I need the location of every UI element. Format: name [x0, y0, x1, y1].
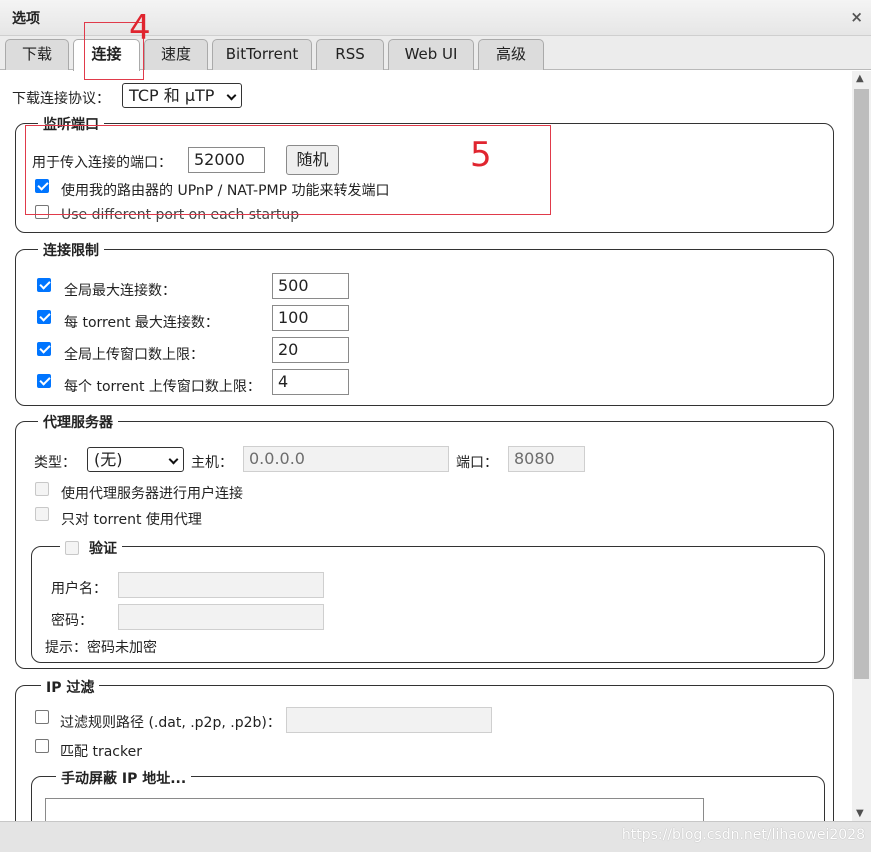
- proxy-peer-connections-label: 使用代理服务器进行用户连接: [61, 486, 243, 502]
- protocol-select-value: TCP 和 μTP: [129, 86, 215, 105]
- bottom-bar: https://blog.csdn.net/lihaowei2028: [0, 821, 871, 852]
- authentication-label: 验证: [89, 541, 117, 557]
- incoming-port-label: 用于传入连接的端口：: [32, 155, 172, 171]
- proxy-type-select[interactable]: (无): [87, 447, 184, 472]
- upnp-label: 使用我的路由器的 UPnP / NAT-PMP 功能来转发端口: [61, 183, 390, 199]
- banned-ips-textarea[interactable]: [45, 798, 704, 821]
- per-torrent-upload-slots-input[interactable]: 4: [272, 369, 349, 395]
- global-max-connections-checkbox[interactable]: [37, 278, 51, 292]
- tab-download[interactable]: 下载: [5, 39, 69, 70]
- chevron-down-icon: [168, 454, 179, 465]
- proxy-only-torrents-checkbox[interactable]: [35, 507, 49, 521]
- global-upload-slots-input[interactable]: 20: [272, 337, 349, 363]
- authentication-legend: 验证: [60, 538, 122, 558]
- upnp-checkbox[interactable]: [35, 179, 49, 193]
- username-label: 用户名：: [51, 581, 107, 597]
- username-input[interactable]: [118, 572, 324, 598]
- proxy-peer-connections-checkbox[interactable]: [35, 482, 49, 496]
- global-max-connections-input[interactable]: 500: [272, 273, 349, 299]
- title-bar: 选项 ×: [0, 0, 871, 36]
- per-torrent-max-connections-label: 每 torrent 最大连接数：: [64, 315, 219, 331]
- password-label: 密码：: [51, 613, 93, 629]
- password-input[interactable]: [118, 604, 324, 630]
- ip-filter-checkbox[interactable]: [35, 710, 49, 724]
- options-content: 下载连接协议： TCP 和 μTP 监听端口 用于传入连接的端口： 52000 …: [0, 71, 852, 821]
- per-torrent-upload-slots-label: 每个 torrent 上传窗口数上限：: [64, 379, 261, 395]
- banned-ips-legend: 手动屏蔽 IP 地址...: [56, 768, 192, 788]
- different-port-checkbox[interactable]: [35, 205, 49, 219]
- listening-port-legend: 监听端口: [38, 114, 104, 134]
- tab-bittorrent[interactable]: BitTorrent: [212, 39, 312, 70]
- random-port-button[interactable]: 随机: [286, 145, 339, 175]
- per-torrent-max-connections-input[interactable]: 100: [272, 305, 349, 331]
- proxy-server-legend: 代理服务器: [38, 412, 118, 432]
- vertical-scrollbar[interactable]: ▲ ▼: [852, 71, 871, 821]
- per-torrent-max-connections-checkbox[interactable]: [37, 310, 51, 324]
- watermark-text: https://blog.csdn.net/lihaowei2028: [621, 827, 865, 843]
- global-upload-slots-label: 全局上传窗口数上限：: [64, 347, 204, 363]
- ip-filter-tracker-label: 匹配 tracker: [60, 744, 142, 760]
- proxy-port-input[interactable]: 8080: [508, 446, 585, 472]
- protocol-select[interactable]: TCP 和 μTP: [122, 83, 242, 108]
- different-port-label: Use different port on each startup: [61, 207, 300, 223]
- proxy-port-label: 端口：: [456, 455, 498, 471]
- ip-filtering-legend: IP 过滤: [41, 677, 100, 697]
- per-torrent-upload-slots-checkbox[interactable]: [37, 374, 51, 388]
- scrollbar-thumb[interactable]: [854, 89, 869, 679]
- window-title: 选项: [12, 11, 40, 27]
- global-max-connections-label: 全局最大连接数：: [64, 283, 176, 299]
- tab-advanced[interactable]: 高级: [478, 39, 544, 70]
- proxy-host-label: 主机：: [191, 455, 233, 471]
- tab-speed[interactable]: 速度: [144, 39, 208, 70]
- global-upload-slots-checkbox[interactable]: [37, 342, 51, 356]
- connection-limits-legend: 连接限制: [38, 240, 104, 260]
- scroll-up-arrow-icon[interactable]: ▲: [856, 73, 864, 84]
- tab-bar: 下载 连接 速度 BitTorrent RSS Web UI 高级: [0, 36, 871, 71]
- password-hint: 提示：密码未加密: [45, 640, 157, 656]
- ip-filter-tracker-checkbox[interactable]: [35, 739, 49, 753]
- ip-filter-path-input[interactable]: [286, 707, 492, 733]
- incoming-port-input[interactable]: 52000: [188, 147, 265, 173]
- proxy-only-torrents-label: 只对 torrent 使用代理: [61, 512, 202, 528]
- ip-filter-path-label: 过滤规则路径 (.dat, .p2p, .p2b)：: [60, 715, 281, 731]
- tab-webui[interactable]: Web UI: [388, 39, 474, 70]
- tab-connection[interactable]: 连接: [73, 39, 140, 71]
- proxy-host-input[interactable]: 0.0.0.0: [243, 446, 449, 472]
- chevron-down-icon: [226, 90, 237, 101]
- close-icon[interactable]: ×: [850, 8, 863, 26]
- proxy-type-value: (无): [94, 450, 123, 469]
- protocol-label: 下载连接协议：: [12, 91, 110, 107]
- scroll-down-arrow-icon[interactable]: ▼: [856, 808, 864, 819]
- tab-rss[interactable]: RSS: [316, 39, 384, 70]
- authentication-checkbox[interactable]: [65, 541, 79, 555]
- proxy-type-label: 类型：: [34, 455, 76, 471]
